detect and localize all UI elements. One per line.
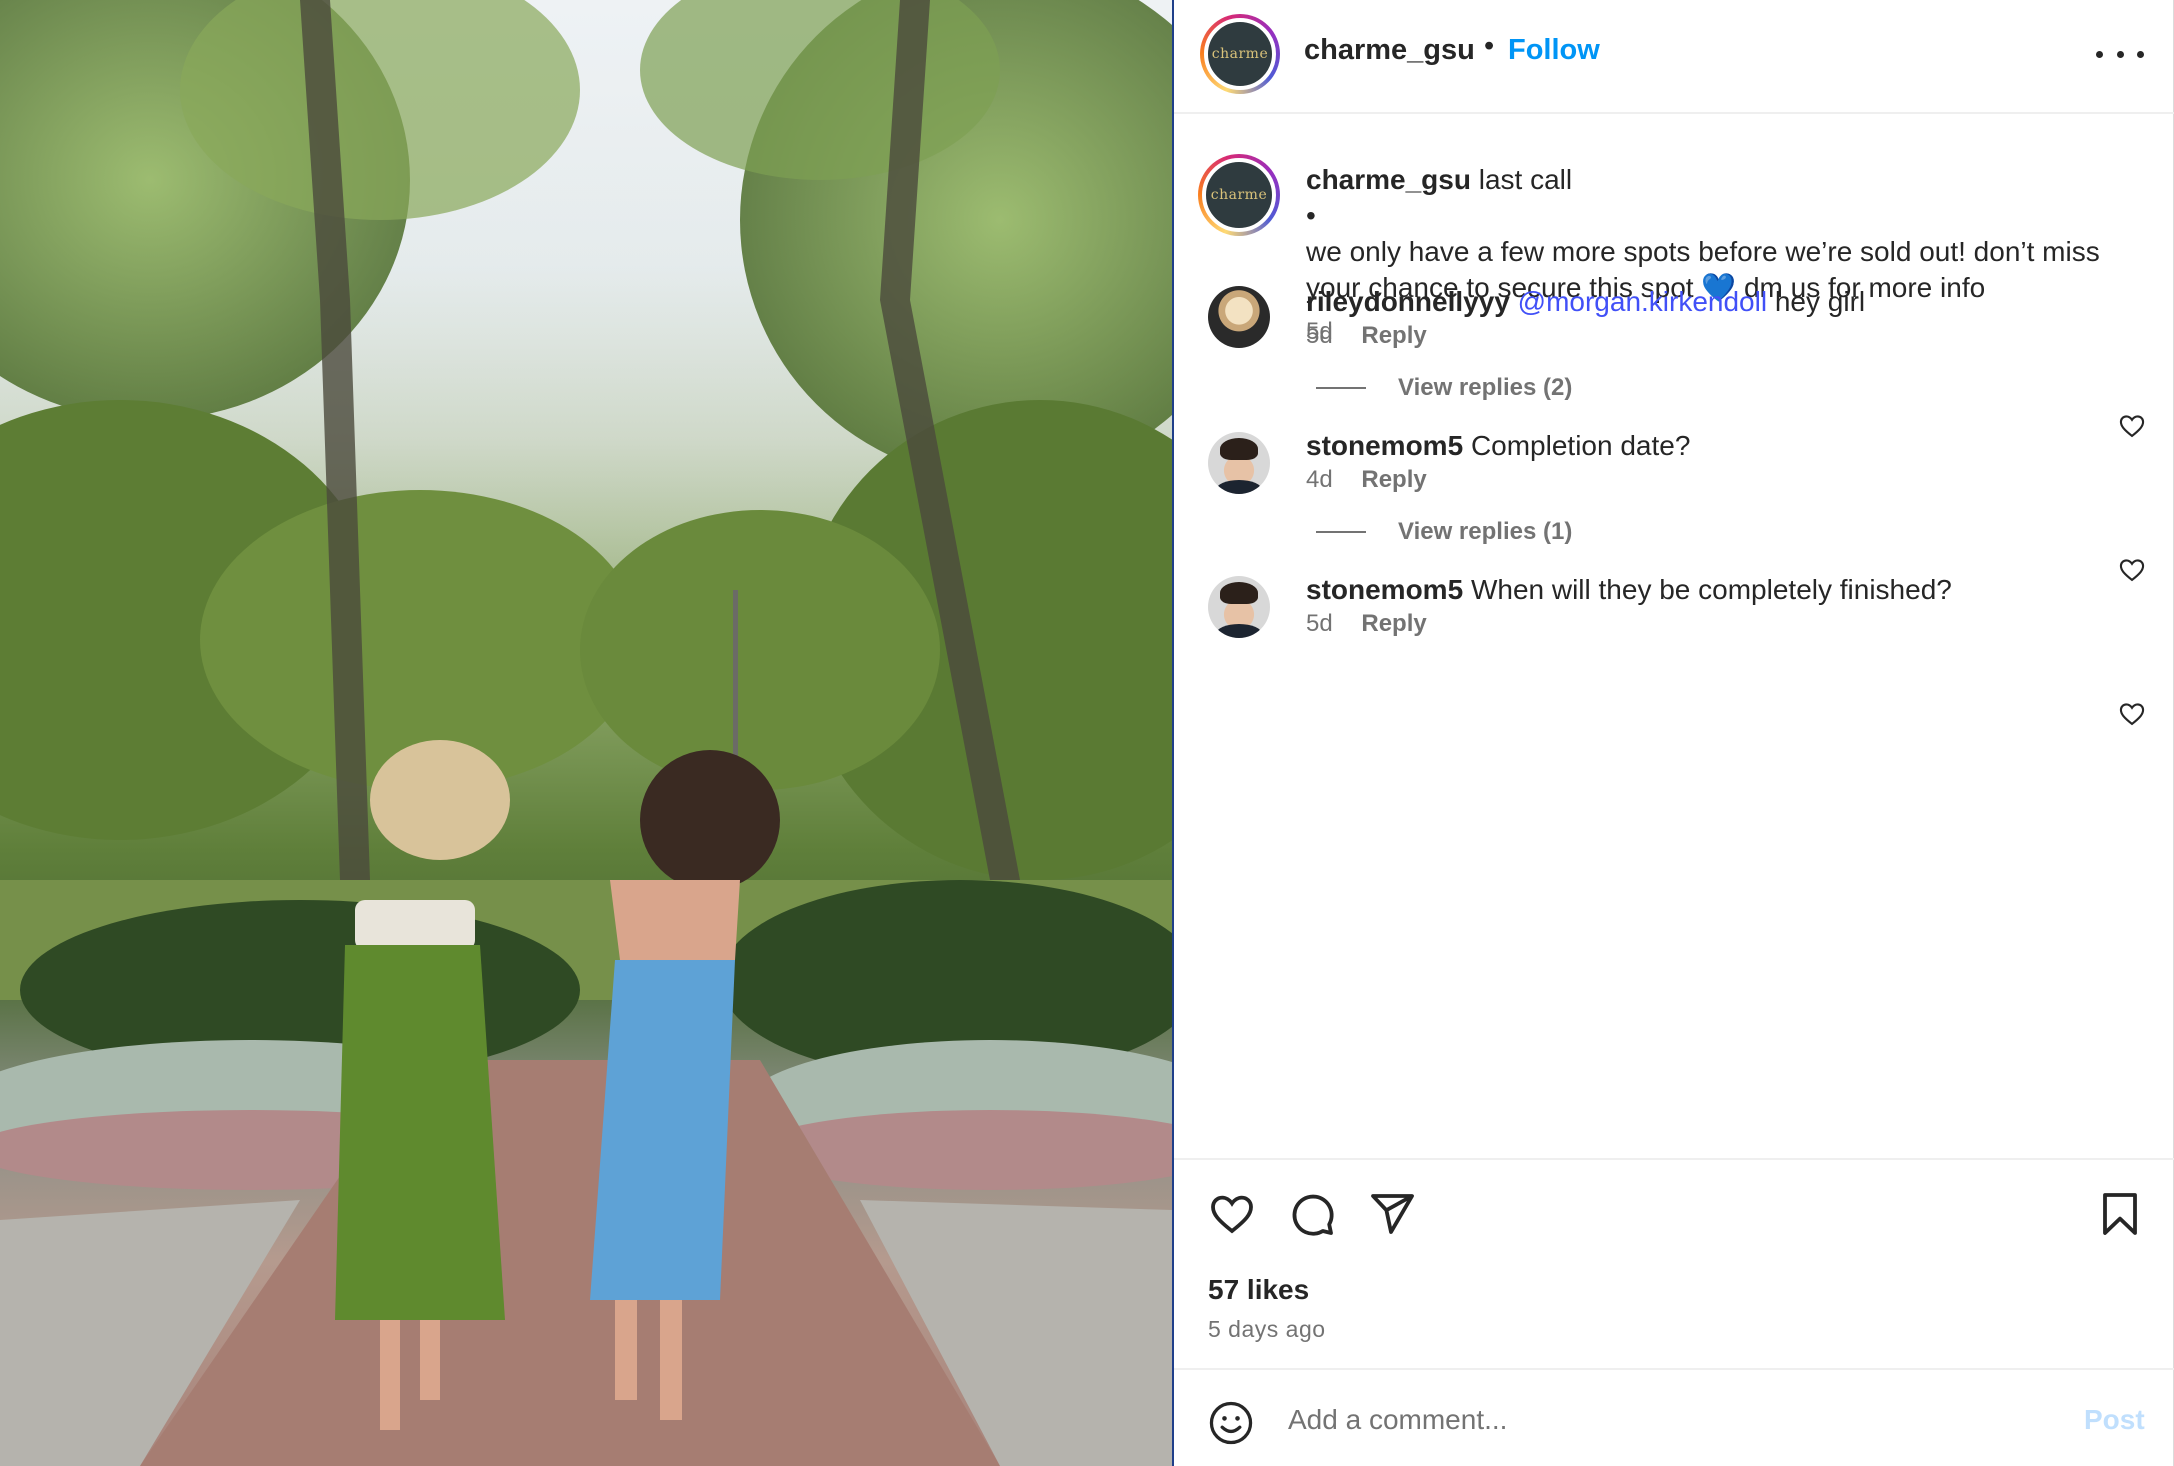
commenter-avatar[interactable] <box>1208 286 1270 348</box>
author-username[interactable]: charme_gsu <box>1304 34 1475 67</box>
caption-username[interactable]: charme_gsu <box>1306 164 1471 195</box>
comment-body: When will they be completely finished? <box>1470 574 1952 605</box>
comment-username[interactable]: stonemom5 <box>1306 430 1463 461</box>
comment-time[interactable]: 4d <box>1306 466 1333 493</box>
more-dot <box>2096 50 2103 58</box>
commenter-avatar[interactable] <box>1208 576 1270 638</box>
post-actions: 57 likes 5 days ago <box>1174 1158 2174 1368</box>
comment-like-heart-icon[interactable] <box>2118 412 2146 440</box>
caption-bullet: • <box>1306 200 1316 231</box>
caption-avatar[interactable]: charme <box>1198 154 1280 236</box>
post-side-panel: charme charme_gsu • Follow charme charme… <box>1174 0 2174 1466</box>
reply-button[interactable]: Reply <box>1361 466 1426 493</box>
post-photo[interactable] <box>0 0 1172 1466</box>
comment-text: stonemom5 Completion date? <box>1306 430 2086 462</box>
comment-input[interactable] <box>1288 1394 2048 1446</box>
comment-meta: 5d Reply <box>1306 322 1427 350</box>
replies-dash <box>1316 387 1366 389</box>
follow-button[interactable]: Follow <box>1508 34 1600 67</box>
more-options-icon[interactable] <box>2096 34 2144 74</box>
reply-button[interactable]: Reply <box>1361 322 1426 349</box>
heart-icon[interactable] <box>1208 1190 1256 1238</box>
view-replies-label: View replies (2) <box>1398 374 1573 401</box>
comment-text: stonemom5 When will they be completely f… <box>1306 574 2086 606</box>
likes-count[interactable]: 57 likes <box>1208 1274 1309 1306</box>
post-header: charme charme_gsu • Follow <box>1174 0 2174 114</box>
reply-button[interactable]: Reply <box>1361 610 1426 637</box>
more-dot <box>2116 50 2124 58</box>
view-replies-button[interactable]: View replies (2) <box>1316 374 1572 402</box>
comment-body: Completion date? <box>1470 430 1691 461</box>
comment-like-heart-icon[interactable] <box>2118 700 2146 728</box>
post-time-ago[interactable]: 5 days ago <box>1208 1316 1326 1343</box>
bookmark-icon[interactable] <box>2096 1190 2144 1238</box>
share-icon[interactable] <box>1368 1190 1416 1238</box>
comment-username[interactable]: rileydonnellyyy <box>1306 286 1510 317</box>
comment-composer: Post <box>1174 1368 2174 1466</box>
replies-dash <box>1316 531 1366 533</box>
commenter-avatar[interactable] <box>1208 432 1270 494</box>
more-dot <box>2137 50 2144 58</box>
post-comment-button[interactable]: Post <box>2084 1404 2145 1436</box>
author-avatar-text: charme <box>1204 18 1276 90</box>
comment-meta: 4d Reply <box>1306 466 1427 494</box>
view-replies-button[interactable]: View replies (1) <box>1316 518 1572 546</box>
comments-section[interactable]: charme charme_gsu last call • we only ha… <box>1174 116 2174 1156</box>
smiley-icon[interactable] <box>1208 1400 1254 1446</box>
caption: charme_gsu last call • we only have a fe… <box>1306 162 2126 306</box>
caption-line1: last call <box>1478 164 1573 195</box>
comment-icon[interactable] <box>1288 1190 1336 1238</box>
comment-time[interactable]: 5d <box>1306 322 1333 349</box>
comment-meta: 5d Reply <box>1306 610 1427 638</box>
view-replies-label: View replies (1) <box>1398 518 1573 545</box>
header-separator: • <box>1484 30 1495 62</box>
comment-text: rileydonnellyyy @morgan.kirkendoll hey g… <box>1306 286 2086 318</box>
caption-avatar-text: charme <box>1202 158 1276 232</box>
author-avatar[interactable]: charme <box>1200 14 1280 94</box>
comment-time[interactable]: 5d <box>1306 610 1333 637</box>
comment-username[interactable]: stonemom5 <box>1306 574 1463 605</box>
comment-body: hey girl <box>1774 286 1866 317</box>
photo-scene <box>0 0 1172 1466</box>
comment-mention[interactable]: @morgan.kirkendoll <box>1518 286 1767 317</box>
comment-like-heart-icon[interactable] <box>2118 556 2146 584</box>
